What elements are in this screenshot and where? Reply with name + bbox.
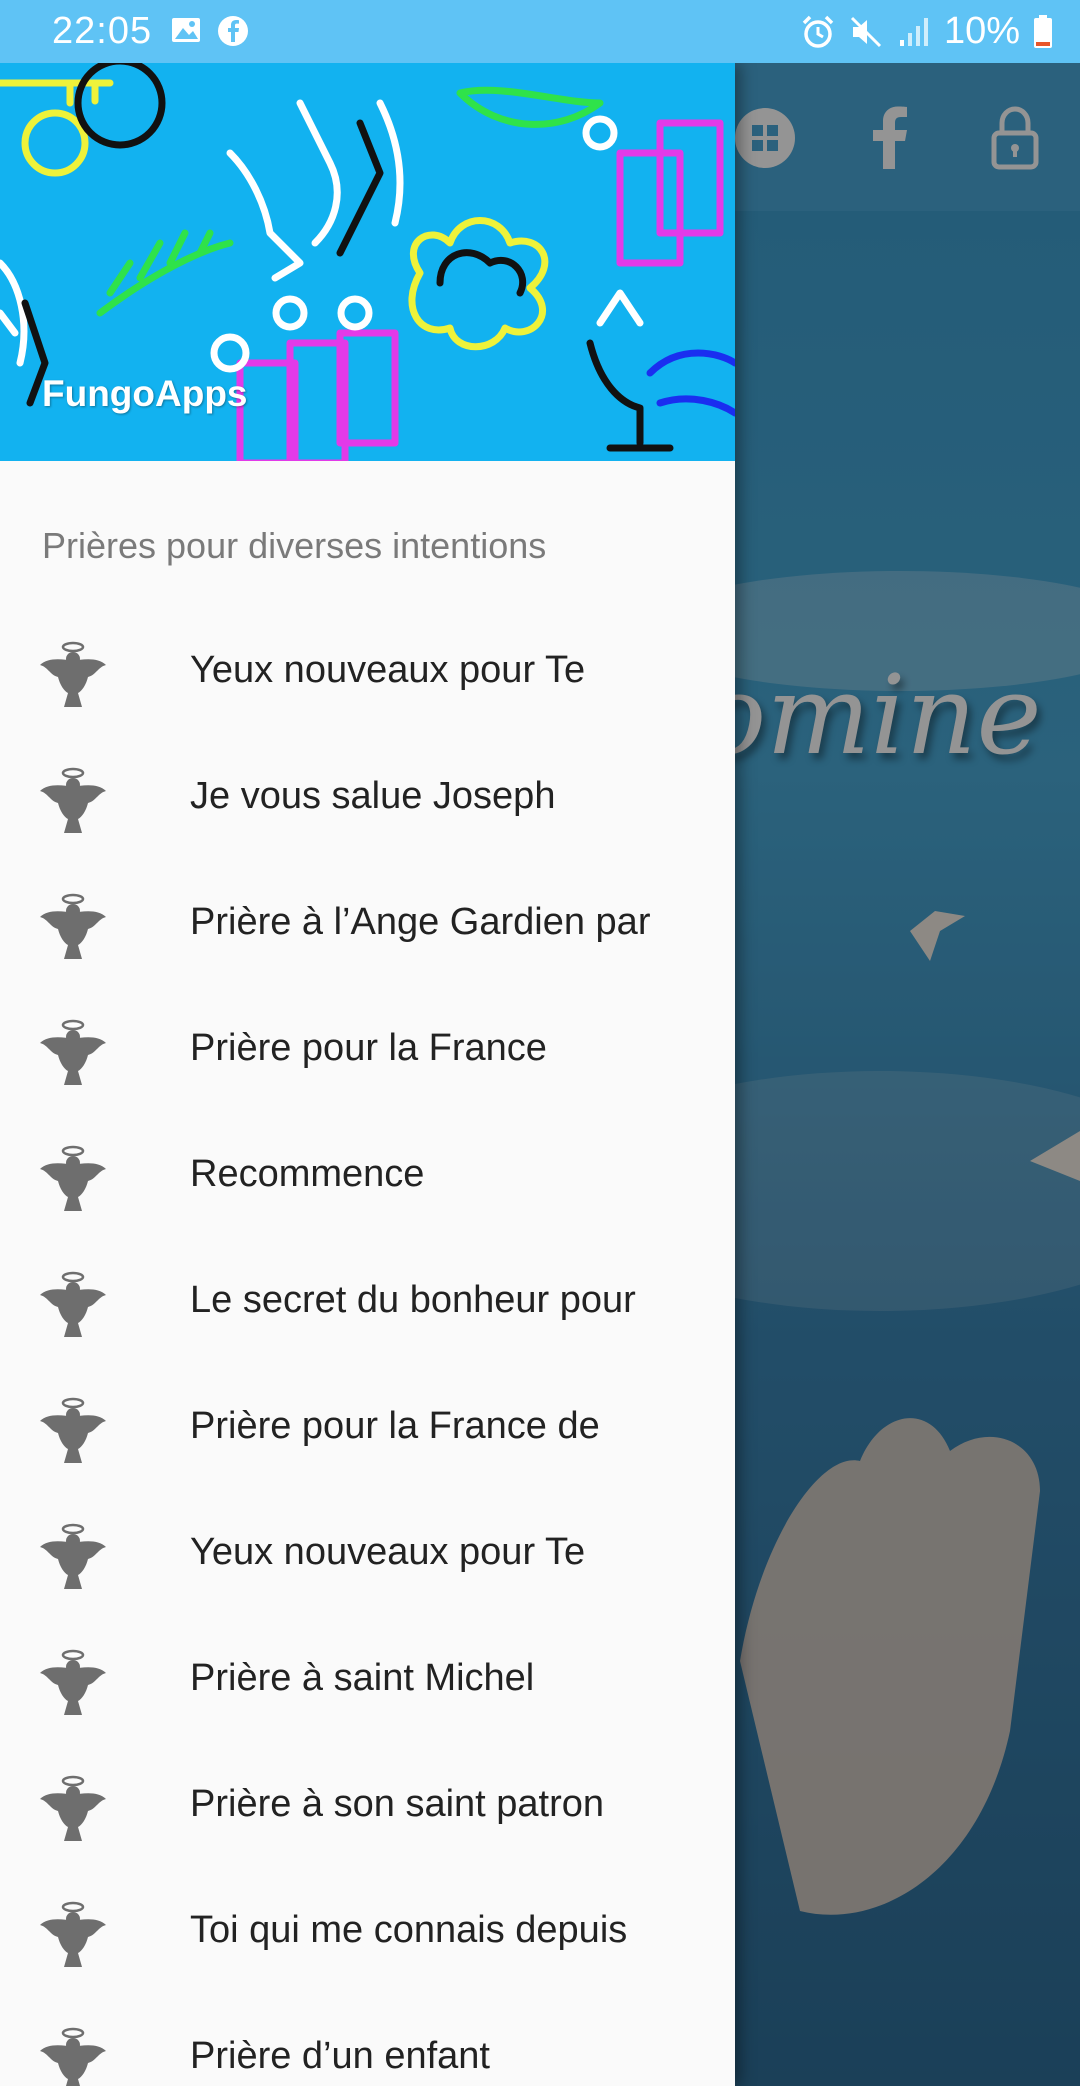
alarm-icon (802, 15, 834, 48)
menu-item-label: Prière à son saint patron (190, 1783, 605, 1825)
angel-icon (40, 1775, 106, 1841)
menu-item-label: Recommence (190, 1153, 425, 1195)
menu-item[interactable]: Prière pour la France de (0, 1385, 735, 1511)
menu-item[interactable]: Recommence (0, 1133, 735, 1259)
status-time: 22:05 (52, 10, 153, 52)
header-title: FungoApps (42, 373, 248, 414)
angel-icon (40, 1145, 106, 1211)
menu-item-label: Yeux nouveaux pour Te (190, 1531, 586, 1573)
angel-icon (40, 1901, 106, 1967)
navigation-drawer: FungoApps Prières pour diverses intentio… (0, 63, 735, 2086)
menu-item[interactable]: Yeux nouveaux pour Te (0, 1511, 735, 1637)
menu-item[interactable]: Je vous salue Joseph (0, 755, 735, 881)
angel-icon (40, 767, 106, 833)
facebook-notification-icon (218, 16, 248, 46)
menu-item[interactable]: Yeux nouveaux pour Te (0, 629, 735, 755)
angel-icon (40, 1523, 106, 1589)
menu-item[interactable]: Prière à l’Ange Gardien par (0, 881, 735, 1007)
mute-icon (850, 16, 881, 47)
drawer-header: FungoApps (0, 63, 735, 461)
menu-item-label: Prière à l’Ange Gardien par (190, 901, 651, 943)
image-icon (172, 18, 200, 42)
angel-icon (40, 641, 106, 707)
menu-item[interactable]: Prière à saint Michel (0, 1637, 735, 1763)
menu-item-label: Prière pour la France de (190, 1405, 600, 1447)
menu-item-label: Prière à saint Michel (190, 1657, 535, 1699)
battery-percentage: 10% (943, 10, 1020, 52)
menu-item-label: Toi qui me connais depuis (190, 1909, 628, 1951)
signal-icon (899, 17, 928, 46)
menu-item-label: Prière d’un enfant (190, 2035, 490, 2077)
menu-item-label: Je vous salue Joseph (190, 775, 556, 817)
menu-item[interactable]: Toi qui me connais depuis (0, 1889, 735, 2015)
menu-item[interactable]: Prière d’un enfant (0, 2015, 735, 2086)
status-bar: 22:05 10% (0, 0, 1080, 63)
menu-item[interactable]: Prière pour la France (0, 1007, 735, 1133)
menu-item[interactable]: Le secret du bonheur pour (0, 1259, 735, 1385)
angel-icon (40, 1271, 106, 1337)
angel-icon (40, 1019, 106, 1085)
angel-icon (40, 1649, 106, 1715)
drawer-menu: Yeux nouveaux pour Te Je vous salue Jose… (0, 629, 735, 2086)
menu-item-label: Prière pour la France (190, 1027, 547, 1069)
section-title: Prières pour diverses intentions (42, 525, 547, 566)
battery-icon (1034, 14, 1052, 48)
angel-icon (40, 1397, 106, 1463)
angel-icon (40, 893, 106, 959)
menu-item-label: Yeux nouveaux pour Te (190, 649, 586, 691)
menu-item[interactable]: Prière à son saint patron (0, 1763, 735, 1889)
angel-icon (40, 2027, 106, 2086)
menu-item-label: Le secret du bonheur pour (190, 1279, 636, 1321)
